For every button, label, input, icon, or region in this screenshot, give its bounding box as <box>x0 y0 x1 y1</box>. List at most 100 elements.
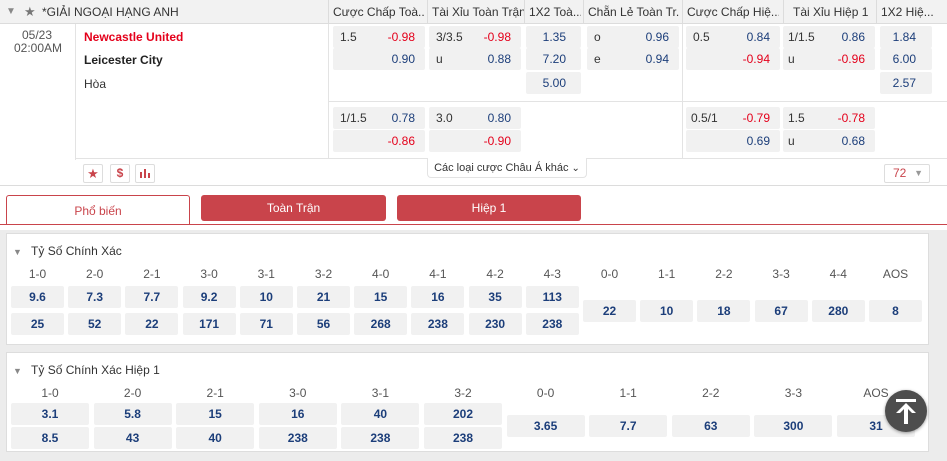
score-odds-draw[interactable]: 8 <box>869 300 922 322</box>
score-odds-away[interactable]: 71 <box>239 313 293 335</box>
odds-alt-h1-ou-over[interactable]: 1.5 -0.78 <box>783 107 875 129</box>
score-odds-home[interactable]: 5.8 <box>93 403 172 425</box>
odds-oe-even[interactable]: e 0.94 <box>587 48 679 70</box>
odds-h1-hdp-away[interactable]: -0.94 <box>686 48 780 70</box>
odds-h1-ou-over[interactable]: 1/1.5 0.86 <box>783 26 875 48</box>
favorite-star-icon[interactable]: ★ <box>83 164 103 183</box>
star-icon[interactable]: ★ <box>24 0 36 24</box>
score-odds-home[interactable]: 15 <box>176 403 255 425</box>
score-odds-away[interactable]: 56 <box>297 313 350 335</box>
score-odds-draw[interactable]: 63 <box>671 415 750 437</box>
correct-score-title: Tỷ Số Chính Xác <box>31 244 122 258</box>
league-header: ▼ ★ *GIẢI NGOẠI HẠNG ANH Cược Chấp Toà..… <box>0 0 947 24</box>
odds-ou-over[interactable]: 3/3.5 -0.98 <box>429 26 521 48</box>
odds-h1-ou-under[interactable]: u -0.96 <box>783 48 875 70</box>
score-header: AOS <box>882 267 909 281</box>
score-header: 2-1 <box>143 267 161 281</box>
odds-h1-1x2-home[interactable]: 1.84 <box>880 26 932 48</box>
tab-full-time[interactable]: Toàn Trận <box>201 195 386 221</box>
arrow-up-icon <box>896 399 916 424</box>
score-header: 3-0 <box>289 386 307 400</box>
score-odds-home[interactable]: 7.3 <box>68 286 122 308</box>
score-odds-away[interactable]: 268 <box>354 313 408 335</box>
tab-popular[interactable]: Phổ biến <box>6 195 190 225</box>
collapse-icon: ▼ <box>13 247 22 257</box>
more-bets-toggle[interactable]: Các loại cược Châu Á khác ⌄ <box>427 158 587 178</box>
score-odds-away[interactable]: 171 <box>182 313 236 335</box>
score-header: 3-2 <box>314 267 333 281</box>
score-odds-home[interactable]: 35 <box>468 286 522 308</box>
score-odds-home[interactable]: 9.2 <box>182 286 236 308</box>
score-header: 1-0 <box>28 267 47 281</box>
score-odds-away[interactable]: 22 <box>125 313 179 335</box>
away-team[interactable]: Leicester City <box>84 53 163 67</box>
score-odds-away[interactable]: 8.5 <box>11 427 89 449</box>
odds-alt-ou-over[interactable]: 3.0 0.80 <box>429 107 521 129</box>
page: ▼ ★ *GIẢI NGOẠI HẠNG ANH Cược Chấp Toà..… <box>0 0 947 461</box>
odds-1x2-draw[interactable]: 5.00 <box>526 72 581 94</box>
bet-dollar-icon[interactable]: $ <box>110 164 130 183</box>
score-odds-draw[interactable]: 7.7 <box>589 415 668 437</box>
match-time: 05/23 02:00AM <box>14 28 63 55</box>
score-odds-away[interactable]: 230 <box>468 313 522 335</box>
chevron-down-icon: ⌄ <box>571 163 580 174</box>
score-odds-away[interactable]: 43 <box>93 427 172 449</box>
odds-ou-under[interactable]: u 0.88 <box>429 48 521 70</box>
odds-1x2-away[interactable]: 7.20 <box>526 48 581 70</box>
score-odds-away[interactable]: 238 <box>341 427 420 449</box>
score-odds-away[interactable]: 238 <box>258 427 337 449</box>
score-header: 3-2 <box>454 386 472 400</box>
score-odds-draw[interactable]: 18 <box>697 300 751 322</box>
score-odds-draw[interactable]: 22 <box>583 300 636 322</box>
odds-h1-1x2-draw[interactable]: 2.57 <box>880 72 932 94</box>
score-odds-draw[interactable]: 280 <box>811 300 865 322</box>
odds-hdp-away[interactable]: 0.90 <box>333 48 425 70</box>
score-odds-home[interactable]: 10 <box>239 286 293 308</box>
score-header: 4-1 <box>429 267 447 281</box>
correct-score-h1-header[interactable]: ▼ Tỷ Số Chính Xác Hiệp 1 <box>13 356 160 384</box>
score-odds-home[interactable]: 16 <box>411 286 465 308</box>
score-header: 1-0 <box>41 386 59 400</box>
score-odds-away[interactable]: 40 <box>176 427 255 449</box>
score-header: 2-2 <box>702 386 720 400</box>
home-team[interactable]: Newcastle United <box>84 30 183 44</box>
odds-alt-h1-hdp-home[interactable]: 0.5/1 -0.79 <box>686 107 780 129</box>
score-odds-draw[interactable]: 67 <box>754 300 808 322</box>
scroll-top-button[interactable] <box>885 390 927 432</box>
odds-h1-1x2-away[interactable]: 6.00 <box>880 48 932 70</box>
score-odds-draw[interactable]: 3.65 <box>506 415 585 437</box>
score-odds-draw[interactable]: 10 <box>640 300 694 322</box>
score-odds-home[interactable]: 9.6 <box>11 286 64 308</box>
chevron-down-icon: ▼ <box>914 168 923 178</box>
score-odds-home[interactable]: 202 <box>424 403 502 425</box>
odds-h1-hdp-home[interactable]: 0.5 0.84 <box>686 26 780 48</box>
score-odds-home[interactable]: 7.7 <box>125 286 179 308</box>
odds-alt-hdp-home[interactable]: 1/1.5 0.78 <box>333 107 425 129</box>
score-odds-home[interactable]: 16 <box>258 403 337 425</box>
score-odds-home[interactable]: 113 <box>525 286 579 308</box>
odds-1x2-home[interactable]: 1.35 <box>526 26 581 48</box>
score-odds-home[interactable]: 15 <box>354 286 408 308</box>
score-odds-draw[interactable]: 300 <box>754 415 833 437</box>
score-odds-home[interactable]: 3.1 <box>11 403 89 425</box>
score-odds-home[interactable]: 40 <box>341 403 420 425</box>
tab-first-half[interactable]: Hiệp 1 <box>397 195 581 221</box>
odds-alt-hdp-away[interactable]: -0.86 <box>333 130 425 152</box>
score-odds-away[interactable]: 238 <box>411 313 465 335</box>
score-odds-away[interactable]: 25 <box>11 313 64 335</box>
odds-alt-h1-ou-under[interactable]: u 0.68 <box>783 130 875 152</box>
score-header: 0-0 <box>536 386 555 400</box>
score-odds-away[interactable]: 238 <box>424 427 502 449</box>
odds-hdp-home[interactable]: 1.5 -0.98 <box>333 26 425 48</box>
score-odds-away[interactable]: 238 <box>525 313 579 335</box>
stats-chart-icon[interactable] <box>135 164 155 183</box>
collapse-icon[interactable]: ▼ <box>6 0 16 24</box>
more-count-button[interactable]: 72 ▼ <box>884 164 930 183</box>
correct-score-header[interactable]: ▼ Tỷ Số Chính Xác <box>13 237 122 265</box>
odds-alt-h1-hdp-away[interactable]: 0.69 <box>686 130 780 152</box>
score-odds-home[interactable]: 21 <box>297 286 350 308</box>
odds-alt-ou-under[interactable]: -0.90 <box>429 130 521 152</box>
score-header: 3-1 <box>371 386 390 400</box>
odds-oe-odd[interactable]: o 0.96 <box>587 26 679 48</box>
score-odds-away[interactable]: 52 <box>68 313 122 335</box>
